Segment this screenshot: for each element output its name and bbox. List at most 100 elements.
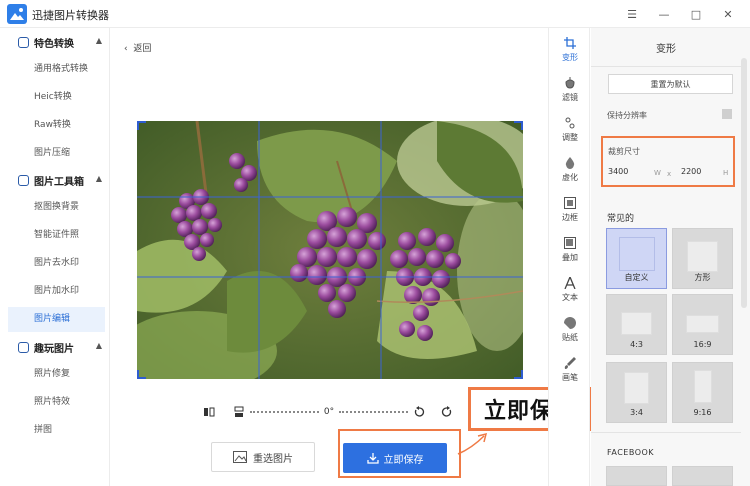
- overlay-icon: [564, 237, 576, 249]
- ratio-label: 自定义: [624, 273, 649, 282]
- section-label: 趣玩图片: [34, 343, 74, 355]
- flip-horizontal-icon[interactable]: [203, 406, 215, 418]
- adjust-icon: [565, 117, 575, 129]
- tool-filter[interactable]: 滤镜: [549, 72, 591, 112]
- ratio-4-3[interactable]: 4:3: [606, 294, 667, 355]
- tool-label: 画笔: [562, 373, 578, 382]
- times-symbol: x: [667, 170, 672, 178]
- window-controls: ☰ — □ ✕: [616, 4, 744, 24]
- panel-divider: [591, 432, 741, 433]
- tool-text[interactable]: 文本: [549, 272, 591, 312]
- crop-size-section: 裁剪尺寸 3400 W x 2200 H: [601, 136, 735, 187]
- facebook-ratio-2[interactable]: [672, 466, 733, 486]
- minimize-icon[interactable]: —: [648, 4, 680, 24]
- tool-label: 边框: [562, 213, 578, 222]
- sidebar-item-id-photo[interactable]: 智能证件照: [8, 223, 105, 248]
- brush-icon: [564, 357, 576, 369]
- reselect-image-button[interactable]: 重选图片: [211, 442, 315, 472]
- text-icon: [564, 277, 576, 289]
- crop-grid[interactable]: [137, 121, 523, 379]
- blur-icon: [565, 157, 575, 169]
- ratio-preview: [619, 237, 655, 271]
- keep-resolution-toggle[interactable]: [722, 109, 732, 119]
- tool-frame[interactable]: 边框: [549, 192, 591, 232]
- tool-label: 贴纸: [562, 333, 578, 342]
- tool-blur[interactable]: 虚化: [549, 152, 591, 192]
- panel-title: 变形: [656, 44, 676, 55]
- app-title: 迅捷图片转换器: [32, 9, 109, 22]
- filter-icon: [565, 77, 575, 89]
- close-icon[interactable]: ✕: [712, 4, 744, 24]
- tool-adjust[interactable]: 调整: [549, 112, 591, 152]
- sidebar-section-special-convert[interactable]: 特色转换 ▲: [0, 29, 110, 55]
- ratio-custom[interactable]: 自定义: [606, 228, 667, 289]
- back-link[interactable]: ‹ 返回: [124, 41, 151, 54]
- height-unit: H: [723, 169, 729, 177]
- section-label: 图片工具箱: [34, 176, 84, 188]
- sidebar-item-photo-repair[interactable]: 照片修复: [8, 362, 105, 387]
- ratio-label: 方形: [694, 273, 711, 282]
- image-canvas[interactable]: [137, 121, 523, 379]
- maximize-icon[interactable]: □: [680, 4, 712, 24]
- reselect-label: 重选图片: [253, 453, 293, 465]
- panel-divider: [591, 66, 741, 67]
- ratio-label: 4:3: [630, 340, 643, 349]
- sidebar-item-heic[interactable]: Heic转换: [8, 85, 105, 110]
- tool-label: 虚化: [562, 173, 578, 182]
- flip-vertical-icon[interactable]: [233, 406, 245, 418]
- sticker-icon: [564, 317, 576, 329]
- transform-panel: 变形 重置为默认 保持分辨率 裁剪尺寸 3400 W x 2200 H 常见的 …: [591, 28, 750, 486]
- save-button[interactable]: 立即保存: [343, 443, 447, 473]
- ratio-square[interactable]: 方形: [672, 228, 733, 289]
- sidebar-item-image-edit[interactable]: 图片编辑: [8, 307, 105, 332]
- sidebar-section-toolbox[interactable]: 图片工具箱 ▲: [0, 167, 110, 193]
- tool-overlay[interactable]: 叠加: [549, 232, 591, 272]
- sidebar-item-add-watermark[interactable]: 图片加水印: [8, 279, 105, 304]
- ratio-preview: [624, 372, 649, 404]
- rotate-right-icon[interactable]: [441, 406, 453, 418]
- facebook-ratio-1[interactable]: [606, 466, 667, 486]
- chevron-up-icon: ▲: [95, 341, 102, 350]
- sidebar-item-collage[interactable]: 拼图: [8, 418, 105, 443]
- chevron-left-icon: ‹: [124, 44, 134, 54]
- sidebar-item-raw[interactable]: Raw转换: [8, 113, 105, 138]
- sidebar-item-format-convert[interactable]: 通用格式转换: [8, 57, 105, 82]
- menu-icon[interactable]: ☰: [616, 4, 648, 24]
- reset-default-button[interactable]: 重置为默认: [608, 74, 733, 94]
- ratio-label: 16:9: [693, 340, 712, 349]
- common-ratios-label: 常见的: [607, 214, 635, 224]
- crop-height-input[interactable]: 2200: [681, 167, 701, 176]
- frame-icon: [564, 197, 576, 209]
- fun-image-icon: [18, 341, 29, 353]
- tool-rail: 变形 滤镜 调整 虚化 边框 叠加 文本 贴纸 画笔: [548, 28, 590, 486]
- panel-scrollbar[interactable]: [741, 58, 747, 308]
- rotate-left-icon[interactable]: [413, 406, 425, 418]
- ratio-3-4[interactable]: 3:4: [606, 362, 667, 423]
- rotation-angle: 0°: [323, 407, 335, 417]
- transform-toolbar: 0°: [203, 404, 453, 420]
- ratio-16-9[interactable]: 16:9: [672, 294, 733, 355]
- sidebar-item-compress[interactable]: 图片压缩: [8, 141, 105, 166]
- ratio-preview: [686, 315, 719, 333]
- tool-label: 调整: [562, 133, 578, 142]
- chevron-up-icon: ▲: [95, 36, 102, 45]
- sidebar-item-remove-watermark[interactable]: 图片去水印: [8, 251, 105, 276]
- ratio-label: 3:4: [630, 408, 643, 417]
- rotation-slider-right[interactable]: [339, 411, 409, 413]
- ratio-preview: [621, 312, 652, 335]
- sidebar-item-cutout[interactable]: 抠图换背景: [8, 195, 105, 220]
- tool-sticker[interactable]: 贴纸: [549, 312, 591, 352]
- sidebar-section-fun[interactable]: 趣玩图片 ▲: [0, 334, 110, 360]
- image-icon: [233, 451, 247, 463]
- rotation-slider-left[interactable]: [250, 411, 319, 413]
- crop-width-input[interactable]: 3400: [608, 167, 628, 176]
- tool-brush[interactable]: 画笔: [549, 352, 591, 392]
- ratio-9-16[interactable]: 9:16: [672, 362, 733, 423]
- sidebar-item-photo-effects[interactable]: 照片特效: [8, 390, 105, 415]
- chevron-up-icon: ▲: [95, 174, 102, 183]
- convert-icon: [18, 36, 29, 48]
- tool-label: 变形: [562, 53, 578, 62]
- tool-label: 叠加: [562, 253, 578, 262]
- crop-icon: [564, 37, 576, 49]
- tool-transform[interactable]: 变形: [549, 32, 591, 72]
